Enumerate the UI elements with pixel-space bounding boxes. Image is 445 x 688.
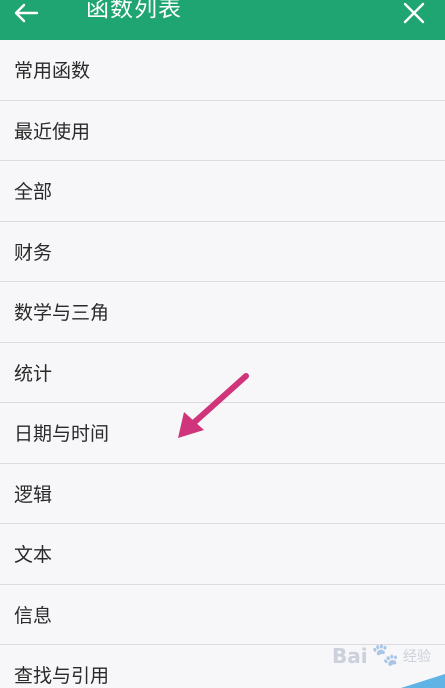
list-item-label: 查找与引用: [14, 665, 110, 688]
list-item-info[interactable]: 信息: [0, 585, 445, 645]
function-category-list: 常用函数 最近使用 全部 财务 数学与三角 统计 日期与时间 逻辑 文本 信息 …: [0, 40, 445, 688]
paw-icon: 🐾: [371, 643, 399, 668]
list-item-logic[interactable]: 逻辑: [0, 464, 445, 524]
list-item-math-trig[interactable]: 数学与三角: [0, 282, 445, 343]
close-icon: [403, 2, 425, 24]
page-title: 函数列表: [86, 0, 182, 22]
list-item-all[interactable]: 全部: [0, 161, 445, 222]
list-item-label: 全部: [14, 181, 53, 204]
list-item-label: 日期与时间: [14, 423, 110, 446]
list-item-label: 财务: [14, 241, 53, 264]
list-item-common[interactable]: 常用函数: [0, 40, 445, 101]
corner-decoration: [401, 674, 445, 688]
list-item-label: 数学与三角: [14, 302, 110, 325]
list-item-label: 文本: [14, 544, 53, 567]
app-screen: 函数列表 常用函数 最近使用 全部 财务 数学与三角 统计 日期与时间 逻辑 文…: [0, 0, 445, 688]
list-item-finance[interactable]: 财务: [0, 222, 445, 282]
list-item-label: 统计: [14, 362, 53, 385]
list-item-text[interactable]: 文本: [0, 524, 445, 585]
list-item-label: 逻辑: [14, 483, 53, 506]
pointer-arrow-icon: [178, 373, 249, 438]
watermark-sub: 经验: [403, 648, 431, 665]
arrow-left-icon: [14, 3, 39, 23]
watermark-text: Bai: [331, 643, 368, 668]
list-item-label: 常用函数: [14, 60, 91, 83]
close-button[interactable]: [401, 0, 427, 26]
list-item-recent[interactable]: 最近使用: [0, 101, 445, 161]
list-item-label: 信息: [14, 604, 53, 627]
header-bar: 函数列表: [0, 0, 445, 40]
list-item-label: 最近使用: [14, 120, 91, 143]
watermark: Bai 🐾 经验: [332, 643, 431, 668]
back-button[interactable]: [10, 0, 42, 26]
